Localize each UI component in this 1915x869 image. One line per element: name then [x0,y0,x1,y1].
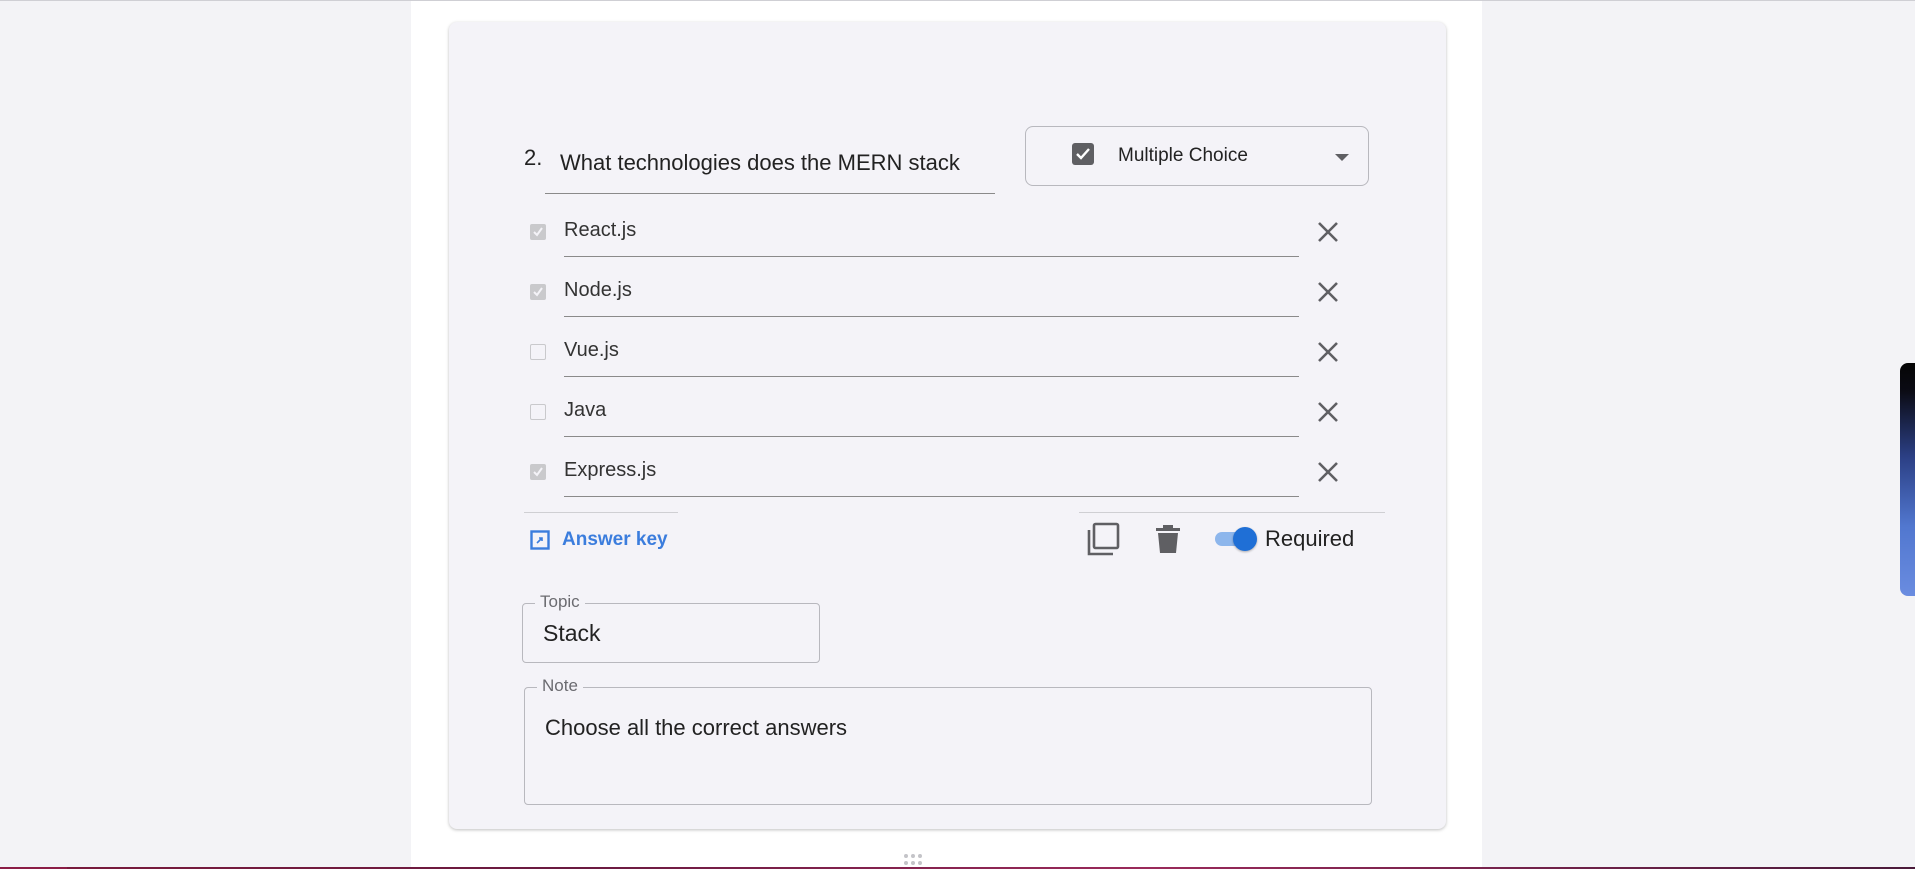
option-text-field[interactable]: Express.js [564,449,1299,497]
close-icon[interactable] [1315,219,1341,245]
toggle-thumb [1233,527,1257,551]
divider [524,512,678,513]
answer-key-icon [530,530,550,550]
option-label: Node.js [564,279,632,301]
chevron-down-icon [1335,154,1349,161]
option-checkbox[interactable] [530,224,546,240]
option-checkbox[interactable] [530,344,546,360]
question-type-dropdown[interactable]: Multiple Choice [1025,126,1369,186]
topic-value: Stack [543,620,601,646]
option-item: React.js [528,209,1358,269]
option-item: Java [528,389,1358,449]
option-label: Java [564,399,607,421]
note-legend: Note [537,676,583,696]
page: 2. What technologies does the MERN stack… [0,0,1915,869]
option-label: Vue.js [564,339,619,361]
option-text-field[interactable]: React.js [564,209,1299,257]
close-icon[interactable] [1315,279,1341,305]
close-icon[interactable] [1315,339,1341,365]
option-label: React.js [564,219,637,241]
trash-icon[interactable] [1155,524,1181,554]
note-value: Choose all the correct answers [545,715,848,740]
required-label: Required [1265,526,1355,551]
close-icon[interactable] [1315,399,1341,425]
option-checkbox[interactable] [530,464,546,480]
drag-handle-icon[interactable] [903,854,925,866]
option-text-field[interactable]: Vue.js [564,329,1299,377]
option-checkbox[interactable] [530,404,546,420]
divider [1079,512,1385,513]
option-text-field[interactable]: Java [564,389,1299,437]
required-toggle[interactable] [1213,527,1257,551]
note-field[interactable]: Note Choose all the correct answers [524,676,1372,805]
option-label: Express.js [564,459,657,481]
question-text: What technologies does the MERN stack [560,150,960,175]
checkbox-checked-icon [1072,143,1094,165]
copy-icon[interactable] [1085,521,1121,557]
option-item: Vue.js [528,329,1358,389]
question-type-label: Multiple Choice [1118,145,1248,166]
answer-key-button[interactable]: Answer key [530,526,668,554]
topic-field[interactable]: Topic Stack [522,592,820,663]
option-text-field[interactable]: Node.js [564,269,1299,317]
option-checkbox[interactable] [530,284,546,300]
answer-key-label: Answer key [562,529,668,550]
topic-legend: Topic [535,592,585,612]
scrollbar-thumb[interactable] [1900,363,1915,596]
option-item: Express.js [528,449,1358,509]
close-icon[interactable] [1315,459,1341,485]
question-number: 2. [524,145,543,170]
question-text-field[interactable]: What technologies does the MERN stack [545,145,995,194]
option-item: Node.js [528,269,1358,329]
